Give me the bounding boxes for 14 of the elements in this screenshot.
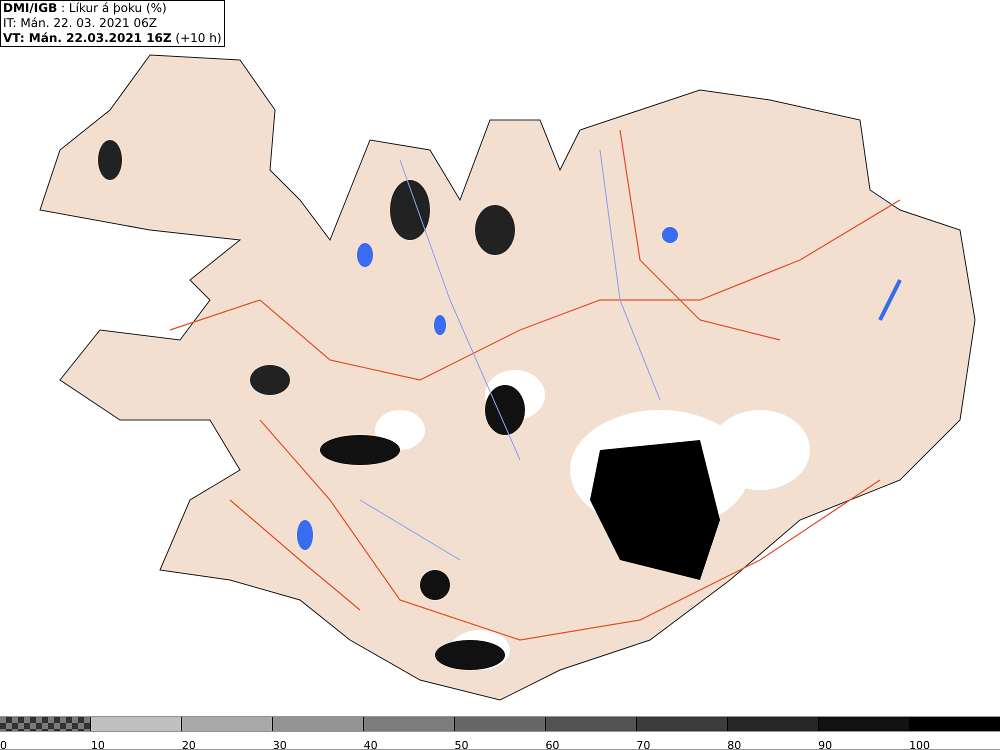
- legend-label: 60: [545, 739, 560, 750]
- valid-time: VT: Mán. 22.03.2021 16Z (+10 h): [3, 31, 222, 46]
- legend-label: 80: [727, 739, 742, 750]
- legend-label: 70: [636, 739, 650, 750]
- legend-label: 40: [364, 739, 378, 750]
- map-title: DMI/IGB : Líkur á þoku (%): [3, 1, 168, 16]
- legend-label: 100: [909, 739, 930, 750]
- legend-label: 30: [272, 739, 287, 750]
- legend-label: 90: [818, 739, 832, 750]
- legend-label: 50: [454, 739, 469, 750]
- legend-label: 0: [0, 739, 7, 750]
- legend-label: 10: [90, 739, 105, 750]
- legend-label: 20: [182, 739, 196, 750]
- init-time: IT: Mán. 22. 03. 2021 06Z: [3, 16, 158, 31]
